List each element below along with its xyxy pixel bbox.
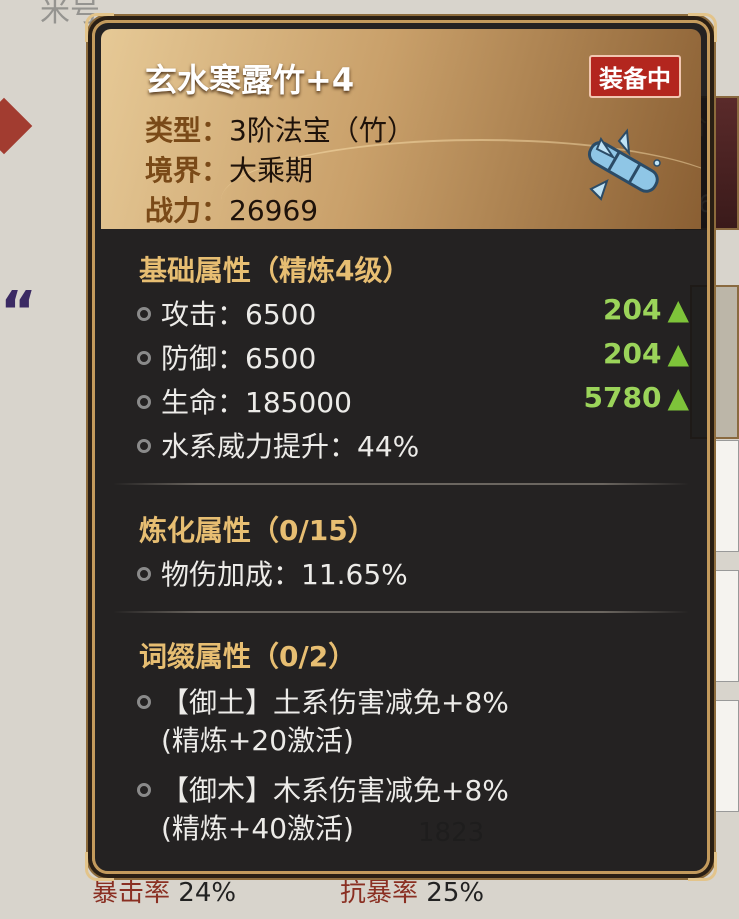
affix-requirement: (精炼+40激活)	[161, 812, 354, 845]
bg-side-button-1[interactable]	[707, 440, 739, 552]
item-name: 玄水寒露竹+4	[145, 61, 355, 99]
stat-row-physical-damage: 物伤加成：11.65%	[137, 553, 408, 593]
stat-row-life: 生命：185000	[137, 381, 352, 421]
corner-ornament	[688, 852, 717, 881]
section-divider	[113, 483, 689, 485]
affix-text: 【御土】土系伤害减免+8%	[161, 686, 509, 719]
bonus-value: 5780	[583, 381, 662, 414]
arrow-up-icon: ▲	[667, 293, 689, 326]
bullet-icon	[137, 395, 151, 409]
bg-stat-anticrit: 抗暴率 25%	[340, 872, 484, 909]
corner-ornament	[85, 852, 114, 881]
item-type-value: 3阶法宝（竹）	[229, 114, 415, 147]
item-type-label: 类型：	[145, 114, 230, 147]
stat-label: 生命：	[161, 386, 246, 419]
item-realm-label: 境界：	[145, 154, 230, 187]
bg-stat-label: 暴击率	[92, 878, 171, 908]
item-power-label: 战力：	[145, 194, 230, 227]
affix-attributes-title: 词缀属性（0/2）	[139, 640, 357, 673]
stat-label: 防御：	[161, 342, 246, 375]
stat-row-attack: 攻击：6500	[137, 293, 316, 333]
bullet-icon	[137, 567, 151, 581]
bg-red-ornament	[0, 97, 33, 155]
bg-stat-label: 抗暴率	[340, 878, 419, 908]
stat-label: 水系威力提升：	[161, 430, 358, 463]
stat-value: 185000	[245, 386, 352, 419]
stat-value: 6500	[245, 342, 317, 375]
stat-bonus-attack: 204 ▲	[603, 293, 689, 326]
base-attributes-title: 基础属性（精炼4级）	[139, 254, 411, 287]
stat-label: 物伤加成：	[161, 558, 302, 591]
bonus-value: 204	[603, 293, 662, 326]
refine-attributes-title: 炼化属性（0/15）	[139, 514, 376, 547]
affix-requirement: (精炼+20激活)	[161, 724, 354, 757]
item-type: 类型：3阶法宝（竹）	[145, 109, 415, 149]
stat-row-water-power: 水系威力提升：44%	[137, 425, 419, 465]
affix-row-wood: 【御木】木系伤害减免+8% (精炼+40激活)	[137, 769, 509, 845]
bg-character-glyph: “	[0, 280, 37, 345]
item-power-value: 26969	[229, 194, 319, 227]
affix-text: 【御木】木系伤害减免+8%	[161, 774, 509, 807]
bonus-value: 204	[603, 337, 662, 370]
stat-label: 攻击：	[161, 298, 246, 331]
stat-bonus-life: 5780 ▲	[584, 381, 689, 414]
stat-value: 44%	[357, 430, 420, 463]
bamboo-icon	[587, 128, 661, 201]
bg-side-button-2[interactable]	[707, 570, 739, 682]
item-realm: 境界：大乘期	[145, 149, 313, 189]
item-power: 战力：26969	[145, 189, 318, 229]
stat-value: 6500	[245, 298, 317, 331]
item-header: 玄水寒露竹+4 装备中 类型：3阶法宝（竹） 境界：大乘期 战力：26969	[101, 29, 701, 229]
bullet-icon	[137, 307, 151, 321]
affix-row-earth: 【御土】土系伤害减免+8% (精炼+20激活)	[137, 681, 509, 757]
bg-stat-value: 24%	[178, 878, 237, 908]
item-realm-value: 大乘期	[229, 154, 314, 187]
bg-stat-value: 25%	[426, 878, 485, 908]
item-tooltip: 玄水寒露竹+4 装备中 类型：3阶法宝（竹） 境界：大乘期 战力：26969 基…	[85, 13, 717, 881]
stat-value: 11.65%	[301, 558, 408, 591]
bullet-icon	[137, 695, 151, 709]
arrow-up-icon: ▲	[667, 381, 689, 414]
stat-row-defense: 防御：6500	[137, 337, 316, 377]
bullet-icon	[137, 439, 151, 453]
arrow-up-icon: ▲	[667, 337, 689, 370]
stat-bonus-defense: 204 ▲	[603, 337, 689, 370]
bullet-icon	[137, 351, 151, 365]
section-divider	[113, 611, 689, 613]
bg-side-button-3[interactable]	[707, 700, 739, 812]
equipped-badge: 装备中	[589, 55, 681, 98]
bullet-icon	[137, 783, 151, 797]
